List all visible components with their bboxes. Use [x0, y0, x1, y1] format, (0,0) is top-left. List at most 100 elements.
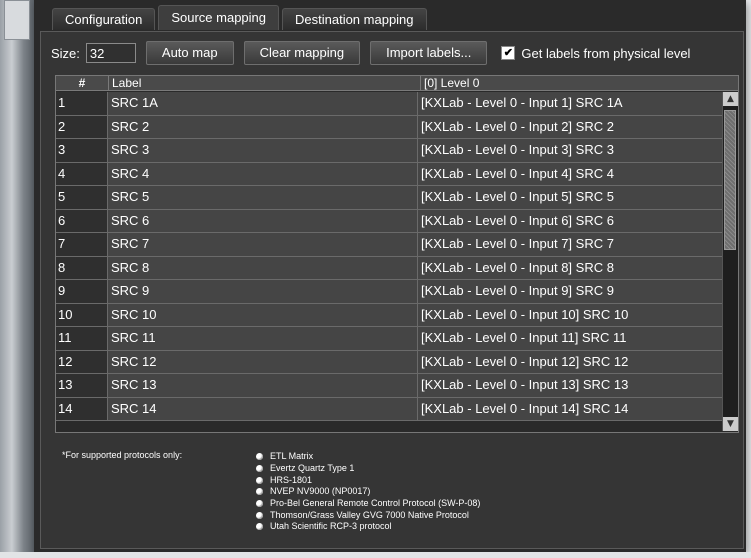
- label-cell[interactable]: SRC 10: [108, 303, 418, 326]
- table-row[interactable]: 14 SRC 14 [KXLab - Level 0 - Input 14] SRC…: [56, 397, 722, 421]
- level-cell[interactable]: [KXLab - Level 0 - Input 5] SRC 5: [418, 186, 722, 209]
- label-cell[interactable]: SRC 11: [108, 327, 418, 350]
- get-labels-checkbox-label: Get labels from physical level: [521, 45, 691, 61]
- size-label: Size:: [51, 45, 80, 61]
- label-cell[interactable]: SRC 13: [108, 374, 418, 397]
- level-cell[interactable]: [KXLab - Level 0 - Input 12] SRC 12: [418, 350, 722, 373]
- table-row[interactable]: 8 SRC 8 [KXLab - Level 0 - Input 8] SRC 8: [56, 256, 722, 280]
- left-chrome-segment: [4, 0, 30, 40]
- get-labels-checkbox[interactable]: ✔ Get labels from physical level: [501, 46, 690, 61]
- level-cell[interactable]: [KXLab - Level 0 - Input 2] SRC 2: [418, 115, 722, 138]
- row-number-cell: 4: [56, 162, 108, 185]
- left-window-chrome: [0, 0, 34, 558]
- row-number-cell: 3: [56, 139, 108, 162]
- level-cell[interactable]: [KXLab - Level 0 - Input 6] SRC 6: [418, 209, 722, 232]
- protocol-name: Thomson/Grass Valley GVG 7000 Native Pro…: [270, 509, 469, 520]
- table-row[interactable]: 10 SRC 10 [KXLab - Level 0 - Input 10] SRC…: [56, 303, 722, 327]
- label-cell[interactable]: SRC 4: [108, 162, 418, 185]
- arrow-up-icon[interactable]: ▲: [723, 92, 738, 106]
- label-cell[interactable]: SRC 3: [108, 139, 418, 162]
- tab-destination-mapping[interactable]: Destination mapping: [282, 8, 427, 30]
- protocol-name: Utah Scientific RCP-3 protocol: [270, 521, 392, 532]
- size-input[interactable]: [85, 43, 136, 63]
- vertical-scrollbar[interactable]: ▲ ▼: [722, 92, 738, 431]
- level-cell[interactable]: [KXLab - Level 0 - Input 9] SRC 9: [418, 280, 722, 303]
- label-cell[interactable]: SRC 1A: [108, 92, 418, 115]
- mapping-toolbar: Size: Auto map Clear mapping Import labe…: [51, 40, 690, 66]
- bullet-icon: [256, 453, 263, 461]
- level-cell[interactable]: [KXLab - Level 0 - Input 10] SRC 10: [418, 303, 722, 326]
- bullet-icon: [256, 511, 263, 519]
- protocol-item: Utah Scientific RCP-3 protocol: [256, 521, 480, 533]
- column-header-number[interactable]: #: [56, 76, 109, 90]
- bullet-icon: [256, 476, 263, 484]
- row-number-cell: 14: [56, 397, 108, 420]
- table-row[interactable]: 11 SRC 11 [KXLab - Level 0 - Input 11] SRC…: [56, 327, 722, 351]
- bullet-icon: [256, 465, 263, 473]
- label-cell[interactable]: SRC 9: [108, 280, 418, 303]
- row-number-cell: 11: [56, 327, 108, 350]
- level-cell[interactable]: [KXLab - Level 0 - Input 14] SRC 14: [418, 397, 722, 420]
- label-cell[interactable]: SRC 8: [108, 256, 418, 279]
- row-number-cell: 5: [56, 186, 108, 209]
- row-number-cell: 6: [56, 209, 108, 232]
- tab-bar: Configuration Source mapping Destination…: [52, 5, 430, 30]
- column-header-label[interactable]: Label: [109, 76, 421, 90]
- table-row[interactable]: 12 SRC 12 [KXLab - Level 0 - Input 12] SRC…: [56, 350, 722, 374]
- protocol-item: NVEP NV9000 (NP0017): [256, 486, 480, 498]
- protocol-item: ETL Matrix: [256, 451, 480, 463]
- check-icon[interactable]: ✔: [501, 46, 516, 60]
- row-number-cell: 1: [56, 92, 108, 115]
- table-row[interactable]: 4 SRC 4 [KXLab - Level 0 - Input 4] SRC 4: [56, 162, 722, 186]
- table-row[interactable]: 13 SRC 13 [KXLab - Level 0 - Input 13] SRC…: [56, 374, 722, 398]
- level-cell[interactable]: [KXLab - Level 0 - Input 3] SRC 3: [418, 139, 722, 162]
- level-cell[interactable]: [KXLab - Level 0 - Input 11] SRC 11: [418, 327, 722, 350]
- level-cell[interactable]: [KXLab - Level 0 - Input 4] SRC 4: [418, 162, 722, 185]
- table-row[interactable]: 1 SRC 1A [KXLab - Level 0 - Input 1] SRC 1…: [56, 92, 722, 116]
- protocol-item: Thomson/Grass Valley GVG 7000 Native Pro…: [256, 509, 480, 521]
- mapping-table: # Label [0] Level 0 1 SRC 1A [KXLab - Leve…: [55, 75, 739, 433]
- table-row[interactable]: 7 SRC 7 [KXLab - Level 0 - Input 7] SRC 7: [56, 233, 722, 257]
- protocol-item: HRS-1801: [256, 474, 480, 486]
- protocol-item: Evertz Quartz Type 1: [256, 463, 480, 475]
- scrollbar-thumb[interactable]: [724, 110, 736, 250]
- protocol-list: ETL Matrix Evertz Quartz Type 1 HRS-1801 NV…: [256, 451, 480, 533]
- label-cell[interactable]: SRC 7: [108, 233, 418, 256]
- arrow-down-icon[interactable]: ▼: [723, 417, 738, 431]
- protocol-name: HRS-1801: [270, 474, 313, 485]
- protocol-name: Evertz Quartz Type 1: [270, 463, 355, 474]
- table-row[interactable]: 3 SRC 3 [KXLab - Level 0 - Input 3] SRC 3: [56, 139, 722, 163]
- import-labels-button[interactable]: Import labels...: [370, 41, 488, 65]
- column-header-level[interactable]: [0] Level 0: [421, 76, 738, 90]
- row-number-cell: 13: [56, 374, 108, 397]
- row-number-cell: 12: [56, 350, 108, 373]
- table-row[interactable]: 2 SRC 2 [KXLab - Level 0 - Input 2] SRC 2: [56, 115, 722, 139]
- protocol-name: Pro-Bel General Remote Control Protocol …: [270, 498, 481, 509]
- bottom-edge: [0, 552, 751, 558]
- label-cell[interactable]: SRC 14: [108, 397, 418, 420]
- bullet-icon: [256, 523, 263, 531]
- row-number-cell: 2: [56, 115, 108, 138]
- level-cell[interactable]: [KXLab - Level 0 - Input 7] SRC 7: [418, 233, 722, 256]
- label-cell[interactable]: SRC 12: [108, 350, 418, 373]
- table-body: 1 SRC 1A [KXLab - Level 0 - Input 1] SRC 1…: [56, 92, 722, 421]
- label-cell[interactable]: SRC 5: [108, 186, 418, 209]
- table-row[interactable]: 6 SRC 6 [KXLab - Level 0 - Input 6] SRC 6: [56, 209, 722, 233]
- auto-map-button[interactable]: Auto map: [145, 41, 234, 65]
- tab-source-mapping[interactable]: Source mapping: [158, 5, 279, 30]
- label-cell[interactable]: SRC 6: [108, 209, 418, 232]
- table-header: # Label [0] Level 0: [56, 76, 738, 91]
- row-number-cell: 10: [56, 303, 108, 326]
- clear-mapping-button[interactable]: Clear mapping: [243, 41, 361, 65]
- tab-configuration[interactable]: Configuration: [52, 8, 156, 30]
- protocol-name: NVEP NV9000 (NP0017): [270, 486, 371, 497]
- label-cell[interactable]: SRC 2: [108, 115, 418, 138]
- supported-protocols-footnote: *For supported protocols only:: [62, 450, 183, 460]
- level-cell[interactable]: [KXLab - Level 0 - Input 1] SRC 1A: [418, 92, 722, 115]
- level-cell[interactable]: [KXLab - Level 0 - Input 8] SRC 8: [418, 256, 722, 279]
- level-cell[interactable]: [KXLab - Level 0 - Input 13] SRC 13: [418, 374, 722, 397]
- bullet-icon: [256, 500, 263, 508]
- row-number-cell: 8: [56, 256, 108, 279]
- table-row[interactable]: 9 SRC 9 [KXLab - Level 0 - Input 9] SRC 9: [56, 280, 722, 304]
- table-row[interactable]: 5 SRC 5 [KXLab - Level 0 - Input 5] SRC 5: [56, 186, 722, 210]
